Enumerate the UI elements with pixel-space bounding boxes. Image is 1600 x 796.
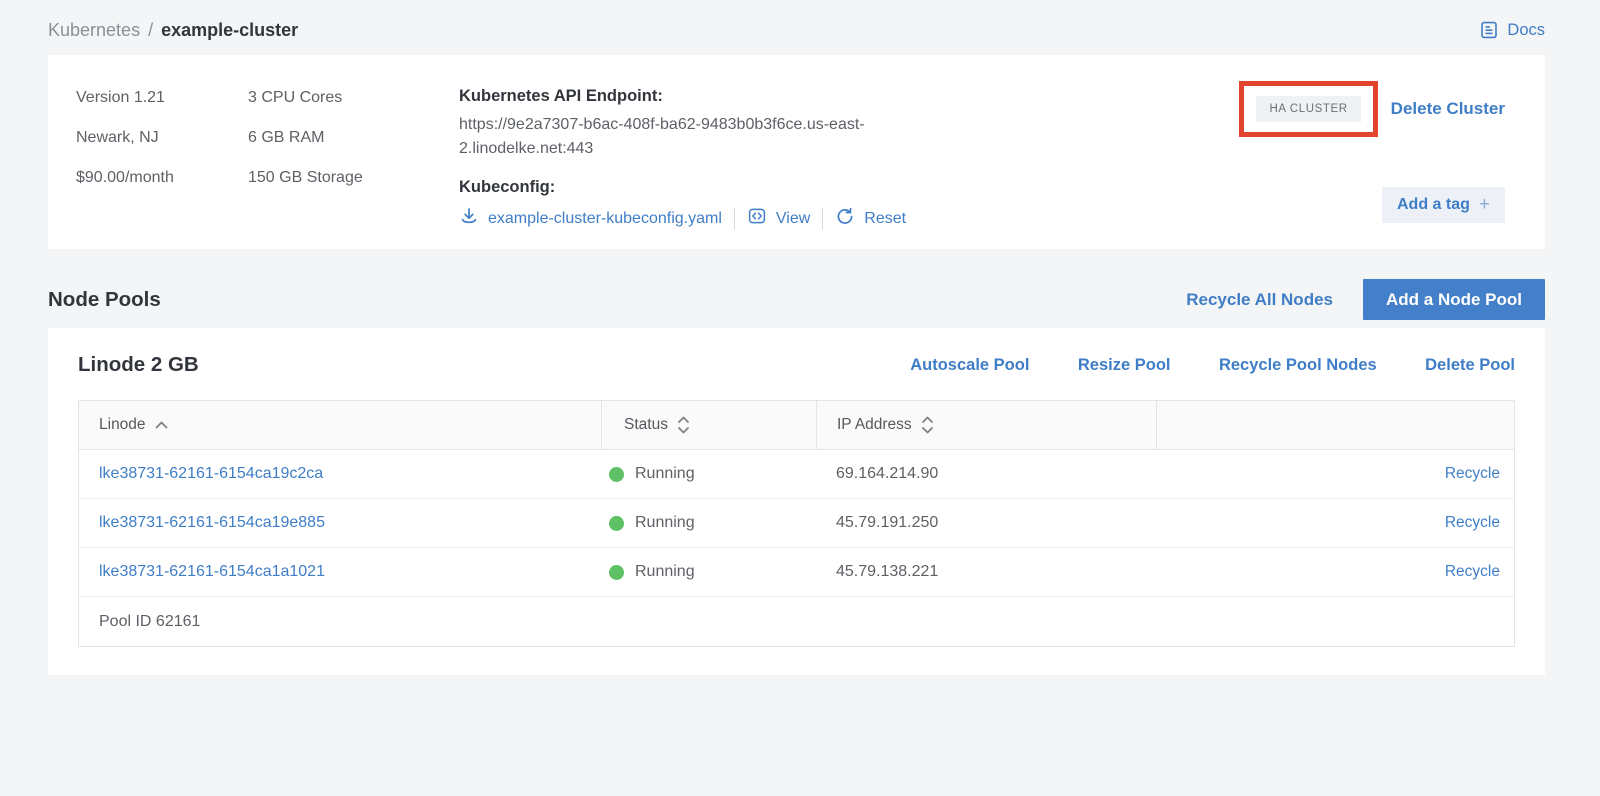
sort-both-icon: [921, 416, 934, 434]
status-column-label: Status: [624, 416, 668, 434]
sort-ascending-icon: [155, 421, 168, 429]
cluster-specs-column-1: Version 1.21 Newark, NJ $90.00/month: [76, 81, 248, 223]
kubeconfig-reset-link[interactable]: Reset: [835, 206, 906, 231]
delete-pool-button[interactable]: Delete Pool: [1425, 356, 1515, 374]
add-tag-button[interactable]: Add a tag +: [1382, 187, 1505, 223]
top-bar: Kubernetes / example-cluster Docs: [48, 0, 1545, 42]
cluster-region: Newark, NJ: [76, 128, 248, 147]
ha-cluster-badge: HA CLUSTER: [1256, 96, 1360, 122]
column-header-status[interactable]: Status: [601, 401, 816, 449]
recycle-pool-nodes-button[interactable]: Recycle Pool Nodes: [1219, 356, 1377, 374]
node-pools-header: Node Pools Recycle All Nodes Add a Node …: [48, 280, 1545, 319]
docs-link[interactable]: Docs: [1479, 20, 1545, 40]
linode-column-label: Linode: [99, 416, 146, 434]
node-ip: 45.79.138.221: [816, 563, 1156, 581]
docs-icon: [1479, 20, 1499, 40]
node-pools-title: Node Pools: [48, 288, 161, 312]
download-icon: [459, 206, 479, 231]
endpoint-column: Kubernetes API Endpoint: https://9e2a730…: [459, 81, 919, 223]
reset-icon: [835, 206, 855, 231]
recycle-node-button[interactable]: Recycle: [1445, 465, 1500, 482]
node-row: lke38731-62161-6154ca19c2ca Running 69.1…: [79, 450, 1514, 499]
autoscale-pool-button[interactable]: Autoscale Pool: [910, 356, 1029, 374]
resize-pool-button[interactable]: Resize Pool: [1078, 356, 1171, 374]
kubeconfig-download-link[interactable]: example-cluster-kubeconfig.yaml: [459, 206, 722, 231]
view-label: View: [776, 210, 810, 228]
cluster-summary-card: Version 1.21 Newark, NJ $90.00/month 3 C…: [48, 55, 1545, 249]
breadcrumb-cluster-name: example-cluster: [161, 20, 298, 41]
column-header-actions: [1156, 401, 1514, 449]
breadcrumb: Kubernetes / example-cluster: [48, 20, 298, 41]
cluster-ram: 6 GB RAM: [248, 128, 459, 147]
breadcrumb-kubernetes-link[interactable]: Kubernetes: [48, 20, 140, 41]
add-node-pool-button[interactable]: Add a Node Pool: [1363, 279, 1545, 320]
breadcrumb-separator: /: [148, 20, 153, 41]
kubeconfig-view-link[interactable]: View: [747, 206, 810, 231]
status-running-dot: [609, 565, 624, 580]
nodes-table-header: Linode Status: [79, 401, 1514, 450]
reset-label: Reset: [864, 210, 906, 228]
node-row: lke38731-62161-6154ca1a1021 Running 45.7…: [79, 548, 1514, 597]
status-text: Running: [635, 465, 695, 483]
pool-id-row: Pool ID 62161: [79, 597, 1514, 646]
divider: [822, 208, 823, 230]
cluster-cpu: 3 CPU Cores: [248, 88, 459, 107]
recycle-node-button[interactable]: Recycle: [1445, 563, 1500, 580]
node-pool-card: Linode 2 GB Autoscale Pool Resize Pool R…: [48, 328, 1545, 675]
cluster-storage: 150 GB Storage: [248, 168, 459, 187]
node-ip: 69.164.214.90: [816, 465, 1156, 483]
kubeconfig-actions: example-cluster-kubeconfig.yaml View: [459, 206, 919, 231]
cluster-version: Version 1.21: [76, 88, 248, 107]
node-row: lke38731-62161-6154ca19e885 Running 45.7…: [79, 499, 1514, 548]
pool-actions: Autoscale Pool Resize Pool Recycle Pool …: [866, 356, 1515, 375]
nodes-table: Linode Status: [78, 400, 1515, 647]
node-link[interactable]: lke38731-62161-6154ca1a1021: [99, 563, 325, 580]
status-text: Running: [635, 514, 695, 532]
api-endpoint-url: https://9e2a7307-b6ac-408f-ba62-9483b0b3…: [459, 113, 907, 161]
plus-icon: +: [1479, 197, 1490, 213]
cluster-price: $90.00/month: [76, 168, 248, 187]
delete-cluster-button[interactable]: Delete Cluster: [1391, 99, 1505, 119]
status-running-dot: [609, 467, 624, 482]
recycle-node-button[interactable]: Recycle: [1445, 514, 1500, 531]
node-ip: 45.79.191.250: [816, 514, 1156, 532]
node-link[interactable]: lke38731-62161-6154ca19e885: [99, 514, 325, 531]
recycle-all-nodes-button[interactable]: Recycle All Nodes: [1186, 290, 1333, 310]
divider: [734, 208, 735, 230]
add-tag-label: Add a tag: [1397, 196, 1470, 214]
column-header-ip-address[interactable]: IP Address: [816, 401, 1156, 449]
sort-both-icon: [677, 416, 690, 434]
kubernetes-cluster-detail-page: Kubernetes / example-cluster Docs Versio…: [0, 0, 1600, 796]
ip-column-label: IP Address: [837, 416, 912, 434]
code-icon: [747, 206, 767, 231]
cluster-specs-column-2: 3 CPU Cores 6 GB RAM 150 GB Storage: [248, 81, 459, 223]
pool-card-header: Linode 2 GB Autoscale Pool Resize Pool R…: [78, 353, 1515, 377]
docs-label: Docs: [1507, 21, 1545, 40]
pool-name: Linode 2 GB: [78, 353, 199, 377]
node-pools-actions: Recycle All Nodes Add a Node Pool: [1186, 279, 1545, 320]
summary-top-right: HA CLUSTER Delete Cluster: [1239, 81, 1505, 137]
annotation-highlight-box: HA CLUSTER: [1239, 81, 1377, 137]
status-running-dot: [609, 516, 624, 531]
api-endpoint-label: Kubernetes API Endpoint:: [459, 87, 919, 106]
summary-right-column: HA CLUSTER Delete Cluster Add a tag +: [919, 81, 1517, 223]
column-header-linode[interactable]: Linode: [79, 401, 601, 449]
status-text: Running: [635, 563, 695, 581]
kubeconfig-label: Kubeconfig:: [459, 178, 919, 197]
node-link[interactable]: lke38731-62161-6154ca19c2ca: [99, 465, 323, 482]
kubeconfig-filename: example-cluster-kubeconfig.yaml: [488, 210, 722, 228]
